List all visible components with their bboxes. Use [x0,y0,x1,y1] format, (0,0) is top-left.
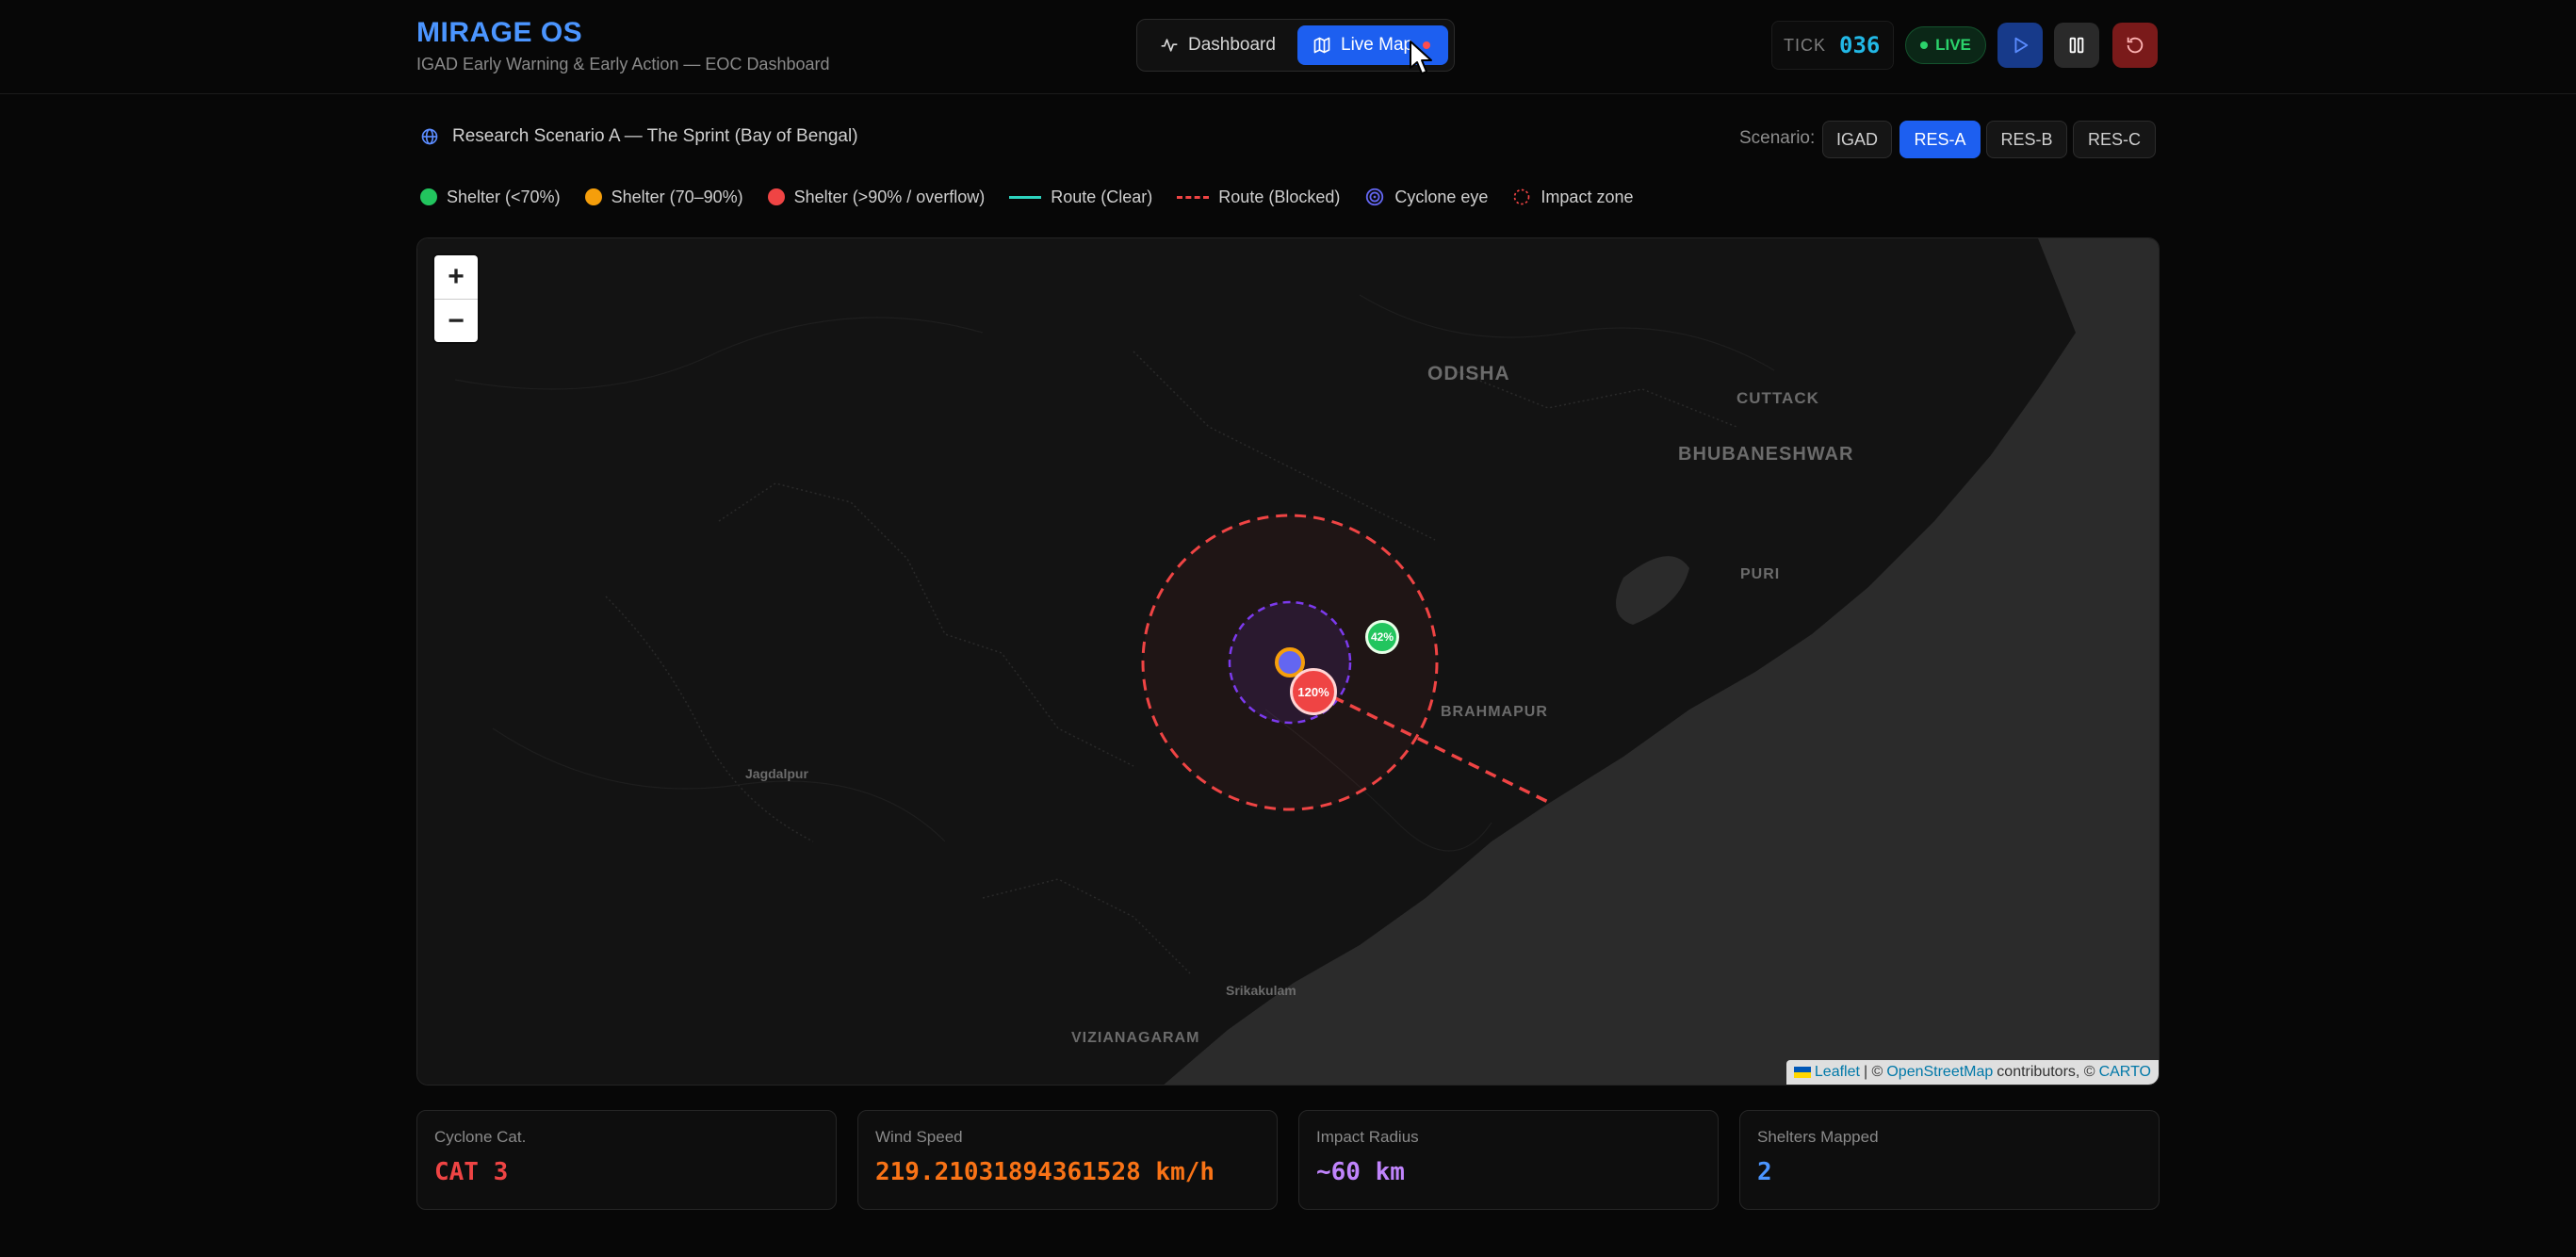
stat-label: Cyclone Cat. [434,1128,527,1146]
zoom-out-button[interactable]: − [434,299,478,342]
legend-route-clear: Route (Clear) [1009,188,1152,207]
globe-icon [421,128,438,145]
legend-shelter-mid: Shelter (70–90%) [584,187,743,207]
map-attribution: Leaflet | © OpenStreetMap contributors, … [1785,1060,2159,1085]
tab-dashboard[interactable]: Dashboard [1145,25,1294,65]
map-label-puri: PURI [1740,566,1781,582]
map-label-vizianagaram: VIZIANAGARAM [1071,1030,1200,1046]
legend-label: Impact zone [1541,187,1634,206]
route-blocked-swatch [1177,195,1210,199]
scenario-button-res-c[interactable]: RES-C [2073,121,2156,158]
stat-card-shelters-mapped: Shelters Mapped 2 [1739,1110,2160,1210]
shelter-low-swatch [420,188,437,205]
attribution-separator: | © [1863,1064,1883,1080]
stat-value: ~60 km [1316,1158,1405,1186]
tick-label: TICK [1784,35,1827,55]
stat-value: 219.21031894361528 km/h [875,1158,1215,1186]
legend-label: Shelter (<70%) [447,187,561,206]
scenario-button-res-b[interactable]: RES-B [1986,121,2067,158]
map-legend: Shelter (<70%) Shelter (70–90%) Shelter … [420,185,1633,209]
shelter-occupancy: 42% [1370,630,1394,644]
legend-label: Route (Blocked) [1218,187,1341,206]
legend-shelter-high: Shelter (>90% / overflow) [767,187,986,207]
legend-label: Shelter (70–90%) [611,187,743,206]
impact-zone-icon [1514,188,1530,205]
scenario-title-text: Research Scenario A — The Sprint (Bay of… [452,126,858,146]
shelter-mid-swatch [584,188,602,205]
scenario-label: Scenario: [1739,128,1816,148]
live-status-dot [1920,41,1929,49]
scenario-title: Research Scenario A — The Sprint (Bay of… [420,126,858,147]
map-label-srikakulam: Srikakulam [1226,983,1296,998]
tick-counter: TICK 036 [1771,21,1894,70]
ukraine-flag-icon [1793,1067,1811,1078]
map-label-odisha: ODISHA [1427,363,1510,384]
stat-card-cyclone-category: Cyclone Cat. CAT 3 [416,1110,837,1210]
legend-route-blocked: Route (Blocked) [1177,188,1340,207]
stat-label: Shelters Mapped [1757,1128,1879,1146]
live-status-badge: LIVE [1905,26,1986,64]
reset-button[interactable] [2112,23,2158,68]
stat-value: CAT 3 [434,1158,509,1186]
scenario-button-igad[interactable]: IGAD [1822,121,1892,158]
map-label-bhubaneshwar: BHUBANESHWAR [1678,444,1854,465]
stat-card-impact-radius: Impact Radius ~60 km [1298,1110,1719,1210]
top-bar: MIRAGE OS IGAD Early Warning & Early Act… [0,0,2576,94]
map-tiles [417,238,2159,1085]
play-icon [2014,37,2029,54]
map-label-cuttack: CUTTACK [1736,389,1819,407]
tab-live-map-label: Live Map [1341,35,1414,55]
play-button[interactable] [1997,23,2043,68]
cyclone-icon [1366,188,1384,206]
app-subtitle: IGAD Early Warning & Early Action — EOC … [416,55,830,73]
stat-card-wind-speed: Wind Speed 219.21031894361528 km/h [857,1110,1278,1210]
shelter-marker-42[interactable]: 42% [1365,620,1399,654]
shelter-high-swatch [767,188,785,205]
stat-label: Wind Speed [875,1128,963,1146]
legend-impact-zone: Impact zone [1512,188,1633,207]
osm-link[interactable]: OpenStreetMap [1886,1064,1993,1081]
legend-shelter-low: Shelter (<70%) [420,188,561,207]
legend-label: Shelter (>90% / overflow) [793,187,986,206]
carto-link[interactable]: CARTO [2099,1064,2151,1081]
map-icon [1313,37,1330,54]
zoom-control: + − [434,255,478,342]
mouse-cursor-icon [1410,41,1432,74]
pause-button[interactable] [2054,23,2099,68]
tick-value: 036 [1839,32,1881,58]
app-title: MIRAGE OS [416,17,583,48]
activity-icon [1161,39,1178,52]
live-map[interactable]: 42% 120% ODISHA CUTTACK BHUBANESHWAR PUR… [416,237,2160,1086]
legend-label: Route (Clear) [1051,187,1153,206]
shelter-marker-120[interactable]: 120% [1290,668,1337,715]
legend-cyclone-eye: Cyclone eye [1364,187,1488,207]
tab-dashboard-label: Dashboard [1188,35,1276,55]
route-clear-swatch [1009,195,1042,199]
legend-label: Cyclone eye [1394,187,1489,206]
attribution-contrib: contributors, © [1997,1064,2095,1080]
zoom-in-button[interactable]: + [434,255,478,299]
shelter-occupancy: 120% [1297,684,1329,699]
stat-value: 2 [1757,1158,1772,1186]
map-label-jagdalpur: Jagdalpur [745,766,808,781]
stat-label: Impact Radius [1316,1128,1419,1146]
scenario-button-res-a[interactable]: RES-A [1899,121,1981,158]
map-label-brahmapur: BRAHMAPUR [1441,704,1548,720]
leaflet-link[interactable]: Leaflet [1815,1064,1860,1081]
reset-icon [2127,37,2144,54]
pause-icon [2069,37,2084,54]
live-status-label: LIVE [1935,36,1971,54]
